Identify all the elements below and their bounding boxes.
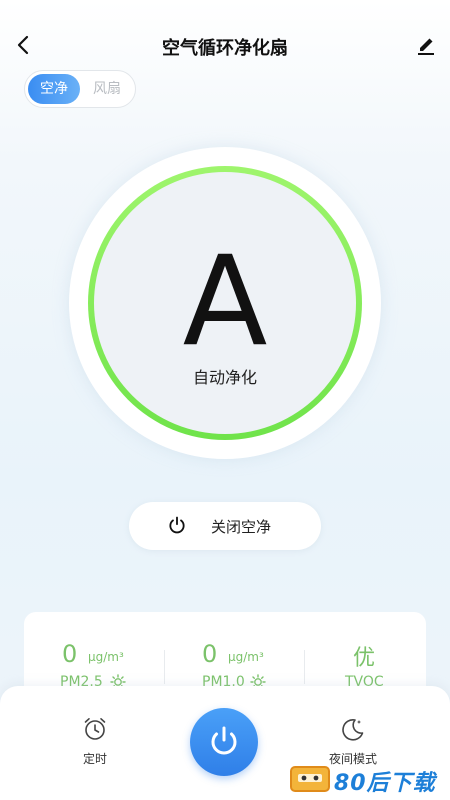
edit-button[interactable] — [414, 33, 438, 57]
pm10-unit: μg/m³ — [228, 650, 264, 664]
watermark-logo: 80后下载 — [288, 762, 448, 796]
power-button[interactable] — [190, 708, 258, 776]
pm25-unit: μg/m³ — [88, 650, 124, 664]
turn-off-purify-button[interactable]: 关闭空净 — [129, 502, 321, 550]
timer-label: 定时 — [82, 752, 107, 766]
tab-air-purify[interactable]: 空净 — [28, 74, 80, 104]
timer-button[interactable]: 定时 — [55, 716, 135, 767]
pm10-value: 0 — [202, 640, 218, 668]
mode-dial[interactable]: A 自动净化 — [69, 147, 381, 459]
tab-fan[interactable]: 风扇 — [81, 74, 133, 104]
power-icon — [169, 516, 185, 534]
mode-switch: 空净 风扇 — [24, 70, 136, 108]
dial-center: A 自动净化 — [94, 172, 356, 434]
watermark-text: 80后下载 — [334, 771, 436, 796]
alarm-clock-icon — [84, 718, 106, 740]
cassette-icon — [290, 766, 330, 792]
power-icon — [211, 726, 237, 755]
tvoc-value: 优 — [353, 646, 376, 671]
mode-letter: A — [182, 230, 268, 374]
mode-label: 自动净化 — [192, 368, 257, 387]
pm25-value: 0 — [62, 640, 78, 668]
pencil-icon — [418, 38, 434, 55]
turn-off-purify-label: 关闭空净 — [211, 518, 272, 536]
moon-icon — [342, 719, 364, 741]
dial-ring: A 自动净化 — [88, 166, 362, 440]
night-mode-button[interactable]: 夜间模式 — [313, 716, 393, 767]
page-title: 空气循环净化扇 — [162, 38, 288, 59]
